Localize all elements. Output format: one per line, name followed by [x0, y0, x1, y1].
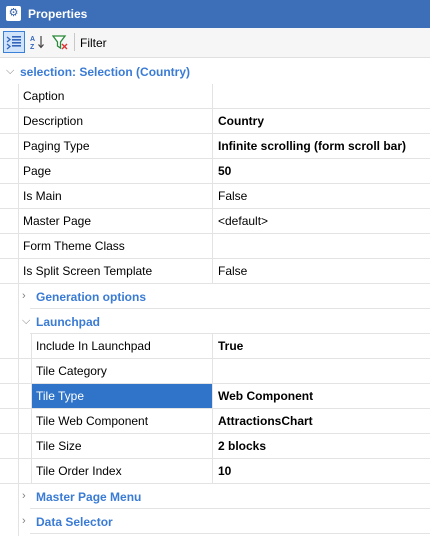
property-row-tile-type[interactable]: Tile Type Web Component — [0, 384, 430, 409]
property-row-form-theme-class[interactable]: Form Theme Class — [0, 234, 430, 259]
filter-funnel-icon — [52, 35, 68, 50]
property-value[interactable]: 50 — [212, 159, 430, 183]
toolbar-separator — [74, 33, 75, 51]
property-value[interactable]: <default> — [212, 209, 430, 233]
chevron-down-icon: ⌵ — [22, 315, 31, 327]
property-value[interactable]: 2 blocks — [212, 434, 430, 458]
group-label: Launchpad — [36, 315, 101, 329]
property-row-master-page[interactable]: Master Page <default> — [0, 209, 430, 234]
property-name: Master Page — [23, 214, 92, 228]
group-header-master-page-menu[interactable]: › Master Page Menu — [0, 484, 430, 509]
chevron-right-icon: › — [22, 290, 26, 302]
property-row-is-main[interactable]: Is Main False — [0, 184, 430, 209]
chevron-right-icon: › — [22, 515, 26, 527]
property-name: Is Split Screen Template — [23, 264, 153, 278]
property-value[interactable] — [212, 84, 430, 108]
property-row-page[interactable]: Page 50 — [0, 159, 430, 184]
property-value[interactable] — [212, 359, 430, 383]
property-value[interactable]: Country — [212, 109, 430, 133]
property-name: Caption — [23, 89, 65, 103]
property-name: Tile Type — [32, 384, 212, 408]
property-value[interactable]: Web Component — [212, 384, 430, 408]
property-row-include-in-launchpad[interactable]: Include In Launchpad True — [0, 334, 430, 359]
property-row-tile-size[interactable]: Tile Size 2 blocks — [0, 434, 430, 459]
svg-text:Z: Z — [30, 44, 35, 50]
property-name: Form Theme Class — [23, 239, 125, 253]
sort-alphabetical-button[interactable]: A Z — [26, 31, 48, 53]
window-title: Properties — [28, 7, 88, 21]
group-divider — [30, 533, 430, 534]
property-name: Description — [23, 114, 84, 128]
group-label: Master Page Menu — [36, 490, 142, 504]
property-value[interactable]: 10 — [212, 459, 430, 483]
object-header[interactable]: ⌵ selection: Selection (Country) — [0, 59, 430, 84]
svg-text:A: A — [30, 36, 35, 43]
property-name: Tile Category — [36, 364, 107, 378]
property-name: Tile Web Component — [36, 414, 149, 428]
property-row-is-split-screen-template[interactable]: Is Split Screen Template False — [0, 259, 430, 284]
property-value[interactable]: True — [212, 334, 430, 358]
categorized-view-button[interactable] — [3, 31, 25, 53]
property-name: Paging Type — [23, 139, 90, 153]
property-name: Tile Size — [36, 439, 82, 453]
property-value[interactable]: False — [212, 184, 430, 208]
property-row-caption[interactable]: Caption — [0, 84, 430, 109]
chevron-right-icon: › — [22, 490, 26, 502]
chevron-down-icon: ⌵ — [6, 65, 15, 77]
property-value[interactable]: AttractionsChart — [212, 409, 430, 433]
property-name: Include In Launchpad — [36, 339, 151, 353]
property-value[interactable]: Infinite scrolling (form scroll bar) — [212, 134, 430, 158]
property-name: Is Main — [23, 189, 62, 203]
group-header-generation-options[interactable]: › Generation options — [0, 284, 430, 309]
categorized-view-icon — [6, 36, 21, 50]
property-row-tile-order-index[interactable]: Tile Order Index 10 — [0, 459, 430, 484]
property-name: Tile Order Index — [36, 464, 122, 478]
property-row-paging-type[interactable]: Paging Type Infinite scrolling (form scr… — [0, 134, 430, 159]
property-name: Page — [23, 164, 52, 178]
properties-toolbar: A Z Filter — [0, 28, 430, 58]
group-label: Generation options — [36, 290, 147, 304]
property-value[interactable] — [212, 234, 430, 258]
group-header-data-selector[interactable]: › Data Selector — [0, 509, 430, 534]
sort-alpha-icon: A Z — [30, 36, 44, 50]
object-header-label: selection: Selection (Country) — [20, 65, 191, 79]
property-row-tile-category[interactable]: Tile Category — [0, 359, 430, 384]
filter-label[interactable]: Filter — [80, 36, 107, 50]
properties-titlebar: ⚙ Properties — [0, 0, 430, 28]
property-value[interactable]: False — [212, 259, 430, 283]
property-row-tile-web-component[interactable]: Tile Web Component AttractionsChart — [0, 409, 430, 434]
property-row-description[interactable]: Description Country — [0, 109, 430, 134]
group-header-launchpad[interactable]: ⌵ Launchpad — [0, 309, 430, 334]
gear-icon: ⚙ — [6, 6, 21, 21]
filter-toggle-button[interactable] — [49, 31, 71, 53]
group-label: Data Selector — [36, 515, 113, 529]
